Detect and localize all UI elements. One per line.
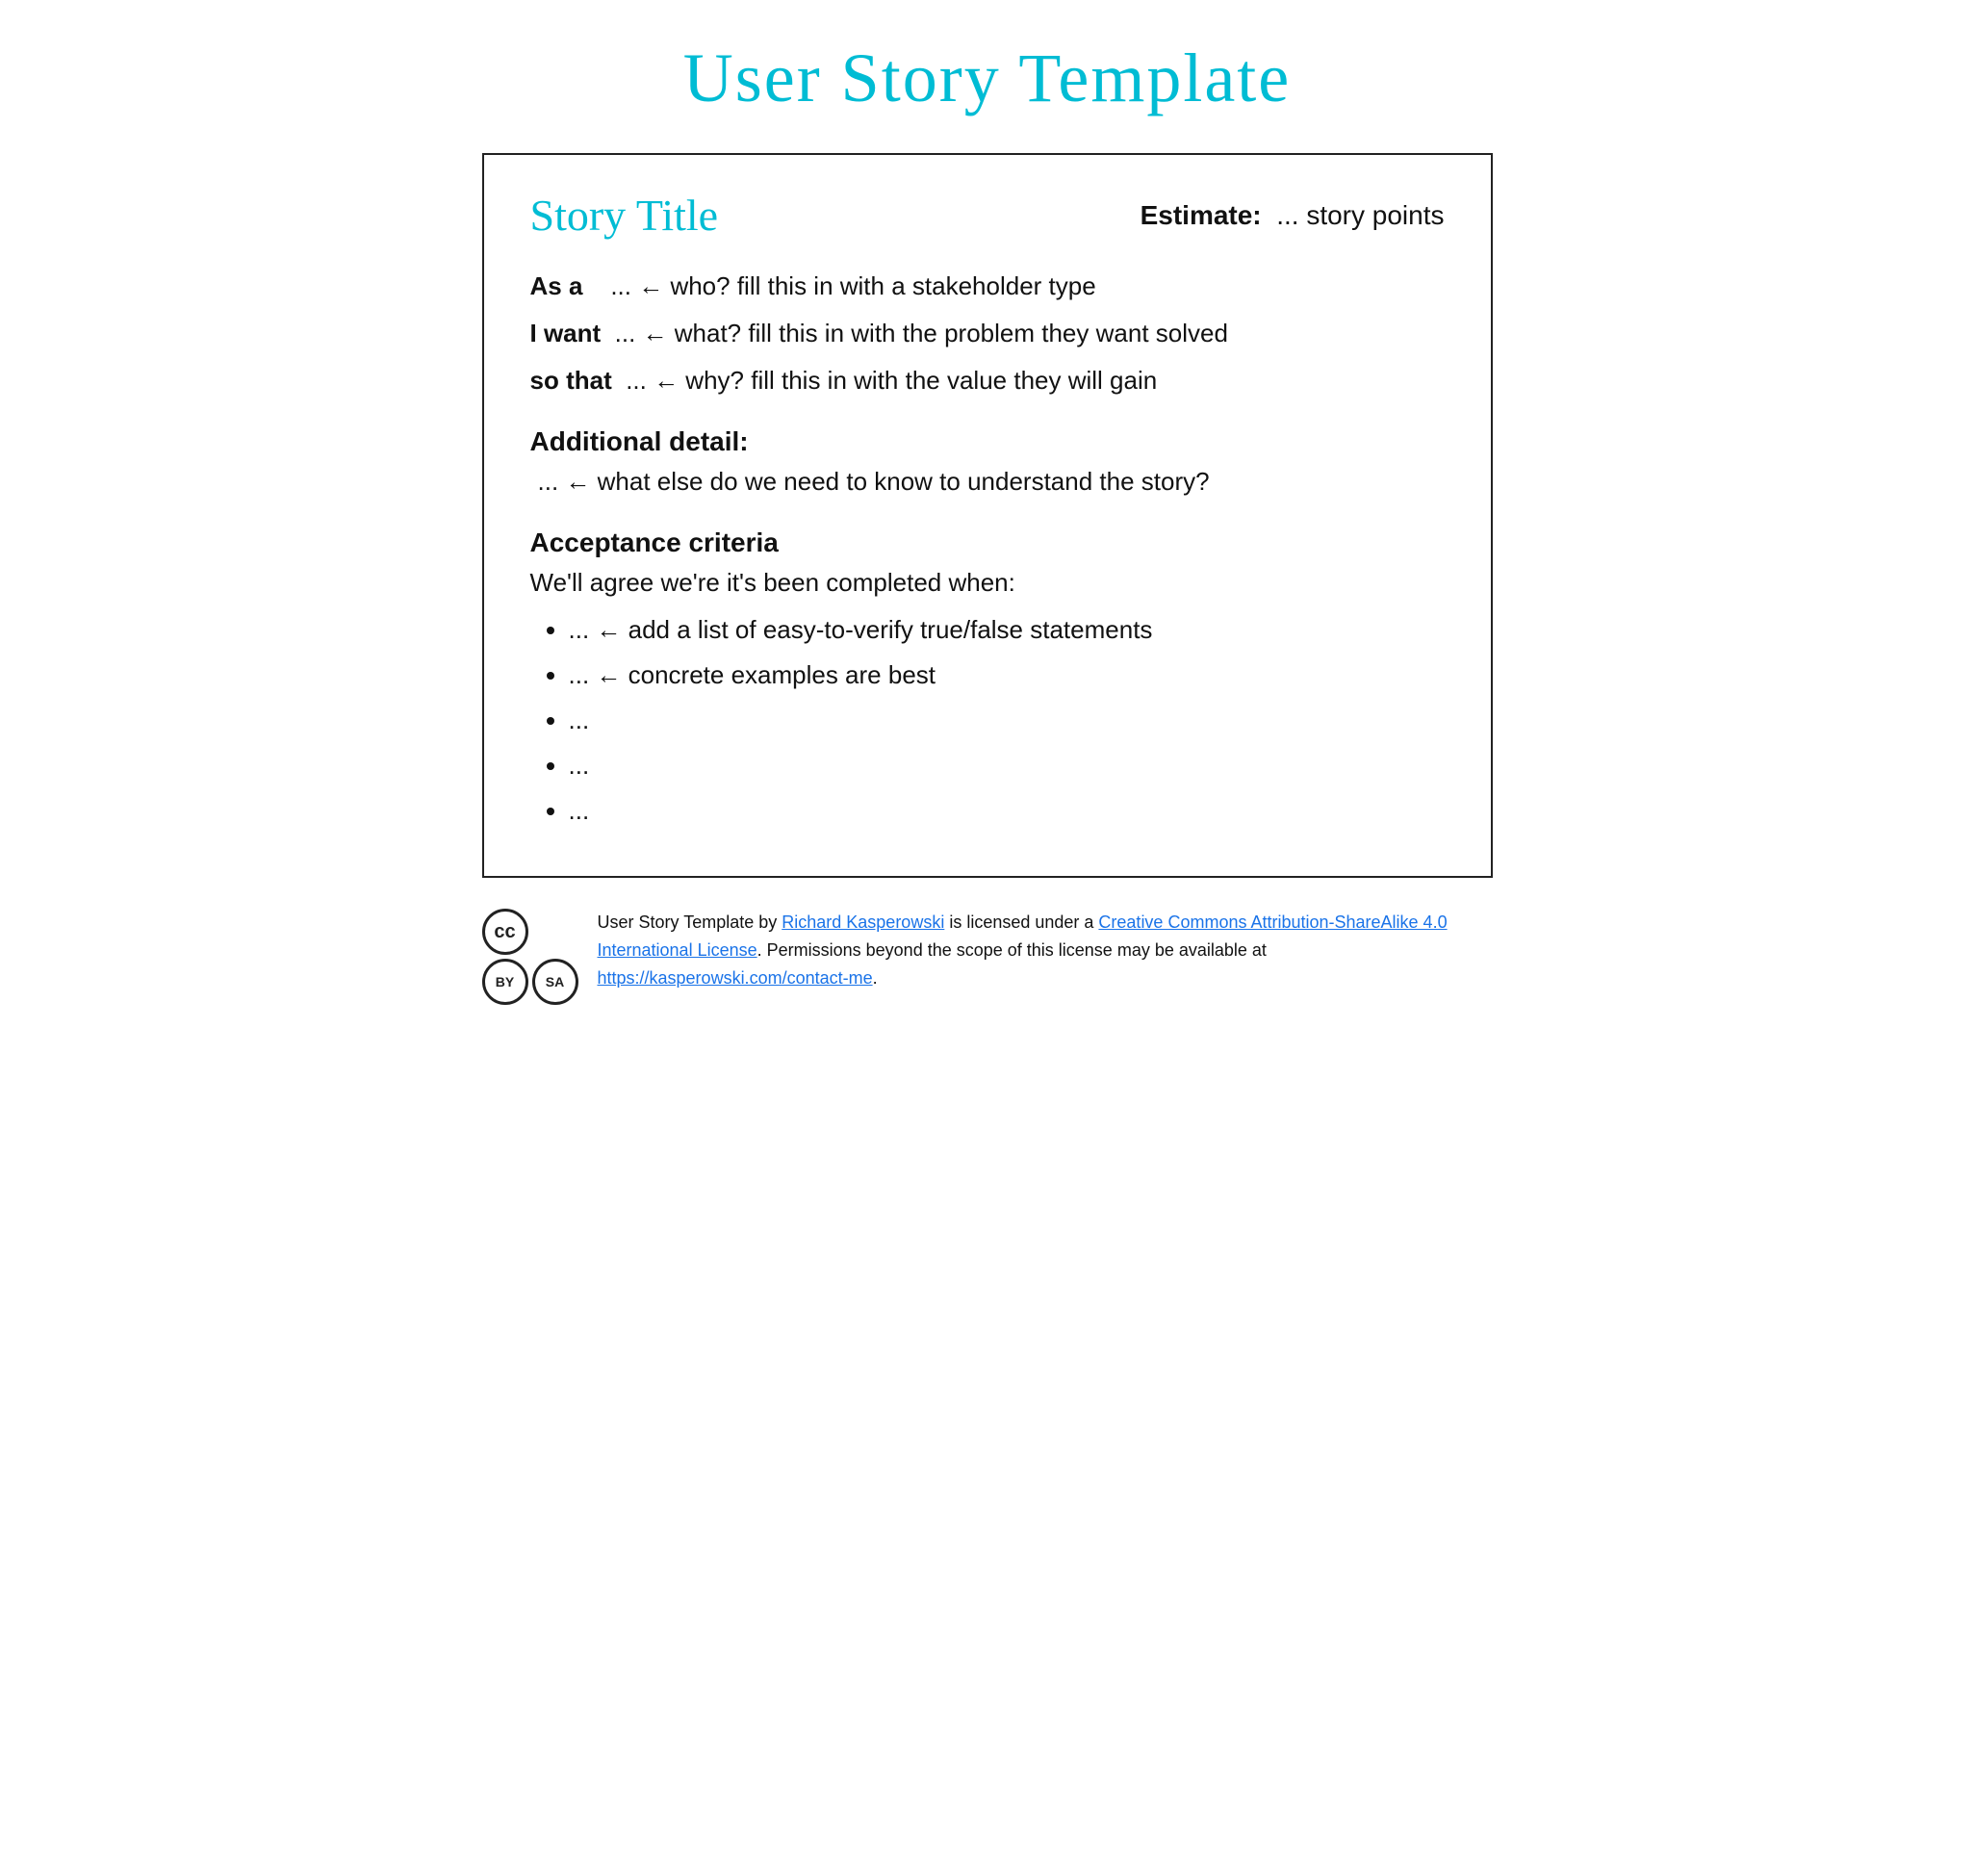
additional-detail-label: Additional detail: [530, 426, 1445, 457]
footer-text-after-license: . Permissions beyond the scope of this l… [757, 940, 1267, 960]
so-that-text: ... ← why? fill this in with the value t… [626, 366, 1157, 395]
story-card: Story Title Estimate: ... story points A… [482, 153, 1493, 878]
bullet-item-1: ... ← concrete examples are best [569, 656, 1445, 694]
as-a-line: As a ... ← who? fill this in with a stak… [530, 268, 1445, 305]
story-title: Story Title [530, 190, 719, 241]
as-a-label: As a [530, 271, 583, 300]
footer-text-before-license: is licensed under a [944, 912, 1098, 932]
cc-top-row: cc [482, 909, 578, 955]
card-header: Story Title Estimate: ... story points [530, 190, 1445, 241]
so-that-label: so that [530, 366, 612, 395]
acceptance-label: Acceptance criteria [530, 527, 1445, 558]
estimate-label: Estimate: [1141, 200, 1262, 230]
cc-icon: cc [482, 909, 528, 955]
additional-detail-text: ... ← what else do we need to know to un… [538, 467, 1445, 497]
bullet-item-2: ... [569, 702, 1445, 739]
estimate-area: Estimate: ... story points [1141, 200, 1445, 231]
footer-contact-link[interactable]: https://kasperowski.com/contact-me [598, 968, 873, 988]
by-icon: BY [482, 959, 528, 1005]
footer: cc BY SA User Story Template by Richard … [482, 909, 1493, 1024]
bullet-item-4: ... [569, 792, 1445, 830]
estimate-value: ... story points [1276, 200, 1444, 230]
story-fields: As a ... ← who? fill this in with a stak… [530, 268, 1445, 399]
i-want-label: I want [530, 319, 602, 347]
i-want-text: ... ← what? fill this in with the proble… [615, 319, 1228, 347]
acceptance-intro: We'll agree we're it's been completed wh… [530, 568, 1445, 598]
cc-bottom-row: BY SA [482, 959, 578, 1005]
bullet-item-0: ... ← add a list of easy-to-verify true/… [569, 611, 1445, 649]
cc-badge: cc BY SA [482, 909, 578, 1005]
footer-text: User Story Template by Richard Kasperows… [598, 909, 1493, 991]
footer-text-before-author: User Story Template by [598, 912, 782, 932]
page-title: User Story Template [683, 39, 1292, 118]
acceptance-criteria-list: ... ← add a list of easy-to-verify true/… [530, 611, 1445, 830]
i-want-line: I want ... ← what? fill this in with the… [530, 315, 1445, 352]
as-a-text: ... ← who? fill this in with a stakehold… [610, 271, 1095, 300]
so-that-line: so that ... ← why? fill this in with the… [530, 362, 1445, 399]
sa-icon: SA [532, 959, 578, 1005]
cc-icons-group: cc BY SA [482, 909, 578, 1005]
bullet-item-3: ... [569, 747, 1445, 784]
footer-author-link[interactable]: Richard Kasperowski [782, 912, 944, 932]
footer-text-end: . [873, 968, 878, 988]
acceptance-section: Acceptance criteria We'll agree we're it… [530, 527, 1445, 830]
